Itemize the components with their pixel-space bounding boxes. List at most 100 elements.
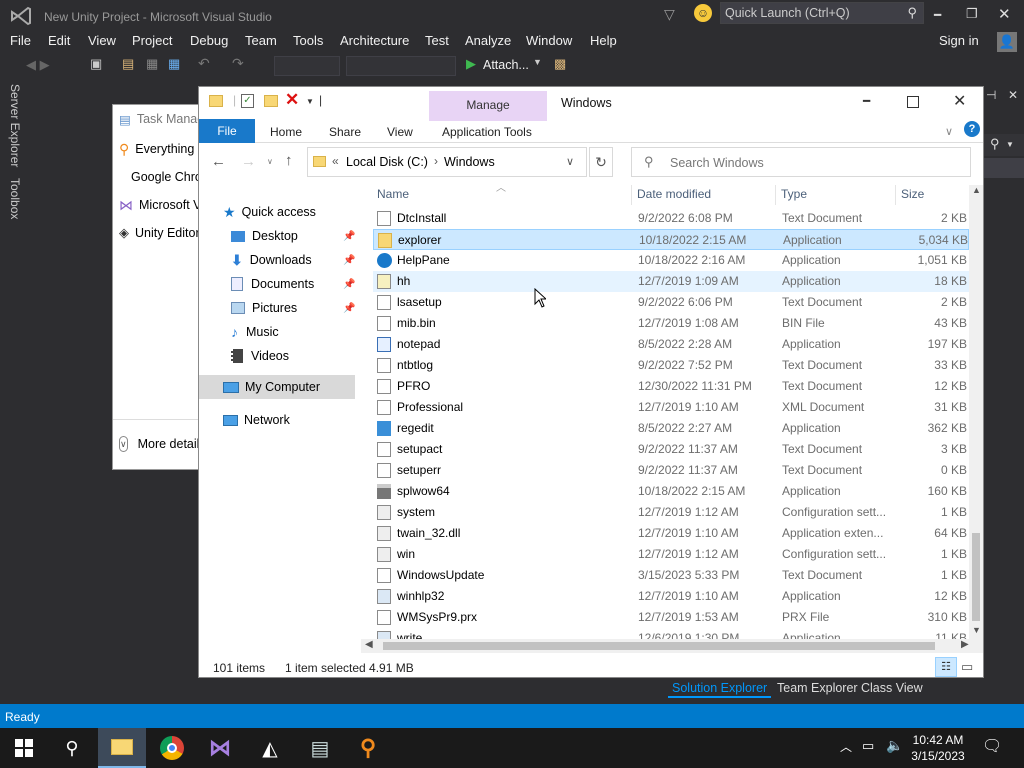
column-header-size[interactable]: Size [901,187,924,201]
taskbar-chrome[interactable] [148,728,196,768]
address-bar[interactable]: « Local Disk (C:) › Windows ∨ [307,147,587,177]
start-button[interactable] [0,728,48,768]
tab-team-explorer[interactable]: Team Explorer [777,681,858,695]
pin-icon[interactable]: ⊣ [986,88,996,102]
minimize-icon[interactable]: ━ [863,94,870,108]
horizontal-scrollbar[interactable]: ◀ ▶ [361,639,983,653]
table-row[interactable]: setuperr 9/2/2022 11:37 AM Text Document 0 … [373,460,969,481]
table-row[interactable]: notepad 8/5/2022 2:28 AM Application 197 KB [373,334,969,355]
tab-solution-explorer[interactable]: Solution Explorer [668,680,772,698]
account-avatar-icon[interactable]: 👤 [997,32,1017,52]
vs-panel-search[interactable]: ⚲ ▼ [984,134,1024,156]
attach-button[interactable]: Attach... [483,58,529,72]
table-row[interactable]: DtcInstall 9/2/2022 6:08 PM Text Document 2… [373,208,969,229]
table-row[interactable]: twain_32.dll 12/7/2019 1:10 AM Application… [373,523,969,544]
menu-project[interactable]: Project [132,32,172,50]
refresh-icon[interactable]: ↻ [589,147,613,177]
chevron-down-icon[interactable]: ▼ [533,57,542,67]
delete-icon[interactable]: ✕ [285,90,299,110]
menu-edit[interactable]: Edit [48,32,70,50]
menu-architecture[interactable]: Architecture [340,32,409,50]
configuration-dropdown[interactable] [274,56,340,76]
breadcrumb-local-disk[interactable]: Local Disk (C:) [346,155,428,169]
taskbar-search-icon[interactable]: ⚲ [48,728,96,768]
taskbar-visual-studio[interactable]: ⋈ [196,728,244,768]
ribbon-tab-share[interactable]: Share [329,121,361,143]
maximize-icon[interactable] [907,96,919,108]
table-row[interactable]: system 12/7/2019 1:12 AM Configuration set… [373,502,969,523]
open-folder-icon[interactable]: ▤ [122,56,134,72]
table-row[interactable]: regedit 8/5/2022 2:27 AM Application 362 KB [373,418,969,439]
back-arrow-icon[interactable]: ← [211,153,226,170]
filter-icon[interactable]: ▽ [664,6,675,23]
task-item-visual-studio[interactable]: ⋈Microsoft Visual Studio [119,193,203,217]
server-explorer-tab[interactable]: Server Explorer [6,84,22,174]
notifications-icon[interactable]: 🗨 [982,736,1002,756]
table-row[interactable]: explorer 10/18/2022 2:15 AM Application 5,0… [373,229,969,250]
up-arrow-icon[interactable]: ↑ [285,152,293,169]
properties-icon[interactable]: ✓ [241,94,254,108]
details-view-icon[interactable]: ☷ [935,657,957,677]
menu-team[interactable]: Team [245,32,277,50]
table-row[interactable]: win 12/7/2019 1:12 AM Configuration sett..… [373,544,969,565]
network-status-icon[interactable]: ▭ [862,738,874,754]
column-header-date[interactable]: Date modified [637,187,711,201]
table-row[interactable]: WindowsUpdate 3/15/2023 5:33 PM Text Docum… [373,565,969,586]
restore-icon[interactable]: ❐ [966,6,978,22]
taskbar-unity[interactable]: ◭ [246,728,294,768]
menu-tools[interactable]: Tools [293,32,323,50]
toolbox-tab[interactable]: Toolbox [6,178,22,238]
new-project-icon[interactable]: ▣ [90,56,102,72]
ribbon-tab-home[interactable]: Home [270,121,302,143]
task-item-chrome[interactable]: Google Chrome [119,165,203,189]
new-folder-icon[interactable] [264,95,278,107]
taskbar-task-manager[interactable]: ▤ [296,728,344,768]
table-row[interactable]: setupact 9/2/2022 11:37 AM Text Document 3 … [373,439,969,460]
breadcrumb-windows[interactable]: Windows [444,155,495,169]
redo-icon[interactable]: ↷ [232,55,244,72]
customize-quick-access-icon[interactable]: ▼ [306,97,314,106]
feedback-smiley-icon[interactable]: ☺ [694,4,712,22]
minimize-icon[interactable]: ━ [934,8,941,22]
table-row[interactable]: HelpPane 10/18/2022 2:16 AM Application 1,0… [373,250,969,271]
table-row[interactable]: lsasetup 9/2/2022 6:06 PM Text Document 2 K… [373,292,969,313]
back-icon[interactable]: ◀ ▶ [26,57,50,73]
menu-window[interactable]: Window [526,32,572,50]
column-header-type[interactable]: Type [781,187,807,201]
menu-debug[interactable]: Debug [190,32,228,50]
search-input[interactable]: ⚲ Search Windows [631,147,971,177]
scrollbar-thumb[interactable] [383,642,935,650]
menu-file[interactable]: File [10,32,31,50]
sign-in-link[interactable]: Sign in [939,32,979,50]
taskbar-file-explorer[interactable] [98,728,146,768]
taskbar-everything[interactable]: ⚲ [344,728,392,768]
scrollbar-thumb[interactable] [972,533,980,621]
breadcrumb-overflow-icon[interactable]: « [332,154,339,168]
save-icon[interactable]: ▦ [146,56,158,72]
large-icons-view-icon[interactable]: ▭ [961,659,973,675]
table-row[interactable]: ntbtlog 9/2/2022 7:52 PM Text Document 33 K… [373,355,969,376]
platform-dropdown[interactable] [346,56,456,76]
column-divider[interactable] [631,185,632,205]
play-icon[interactable]: ▶ [466,56,476,72]
close-icon[interactable]: ✕ [953,91,966,111]
task-item-unity[interactable]: ◈ Unity Editor [119,221,203,245]
task-item-everything[interactable]: ⚲ Everything [119,137,203,161]
scroll-down-icon[interactable]: ▼ [972,625,981,635]
menu-test[interactable]: Test [425,32,449,50]
table-row[interactable]: Professional 12/7/2019 1:10 AM XML Documen… [373,397,969,418]
table-row[interactable]: mib.bin 12/7/2019 1:08 AM BIN File 43 KB [373,313,969,334]
column-divider[interactable] [775,185,776,205]
forward-arrow-icon[interactable]: → [241,153,256,170]
more-details-button[interactable]: ∨ More details [119,432,203,456]
menu-help[interactable]: Help [590,32,617,50]
find-in-files-icon[interactable]: ▩ [554,56,566,72]
undo-icon[interactable]: ↶ [198,55,210,72]
column-header-name[interactable]: Name [377,187,409,201]
scroll-up-icon[interactable]: ▲ [972,185,981,195]
column-divider[interactable] [895,185,896,205]
show-hidden-icons-icon[interactable]: ︿ [840,738,852,755]
scroll-right-icon[interactable]: ▶ [961,639,969,650]
menu-view[interactable]: View [88,32,116,50]
volume-icon[interactable]: 🔈 [886,737,903,754]
